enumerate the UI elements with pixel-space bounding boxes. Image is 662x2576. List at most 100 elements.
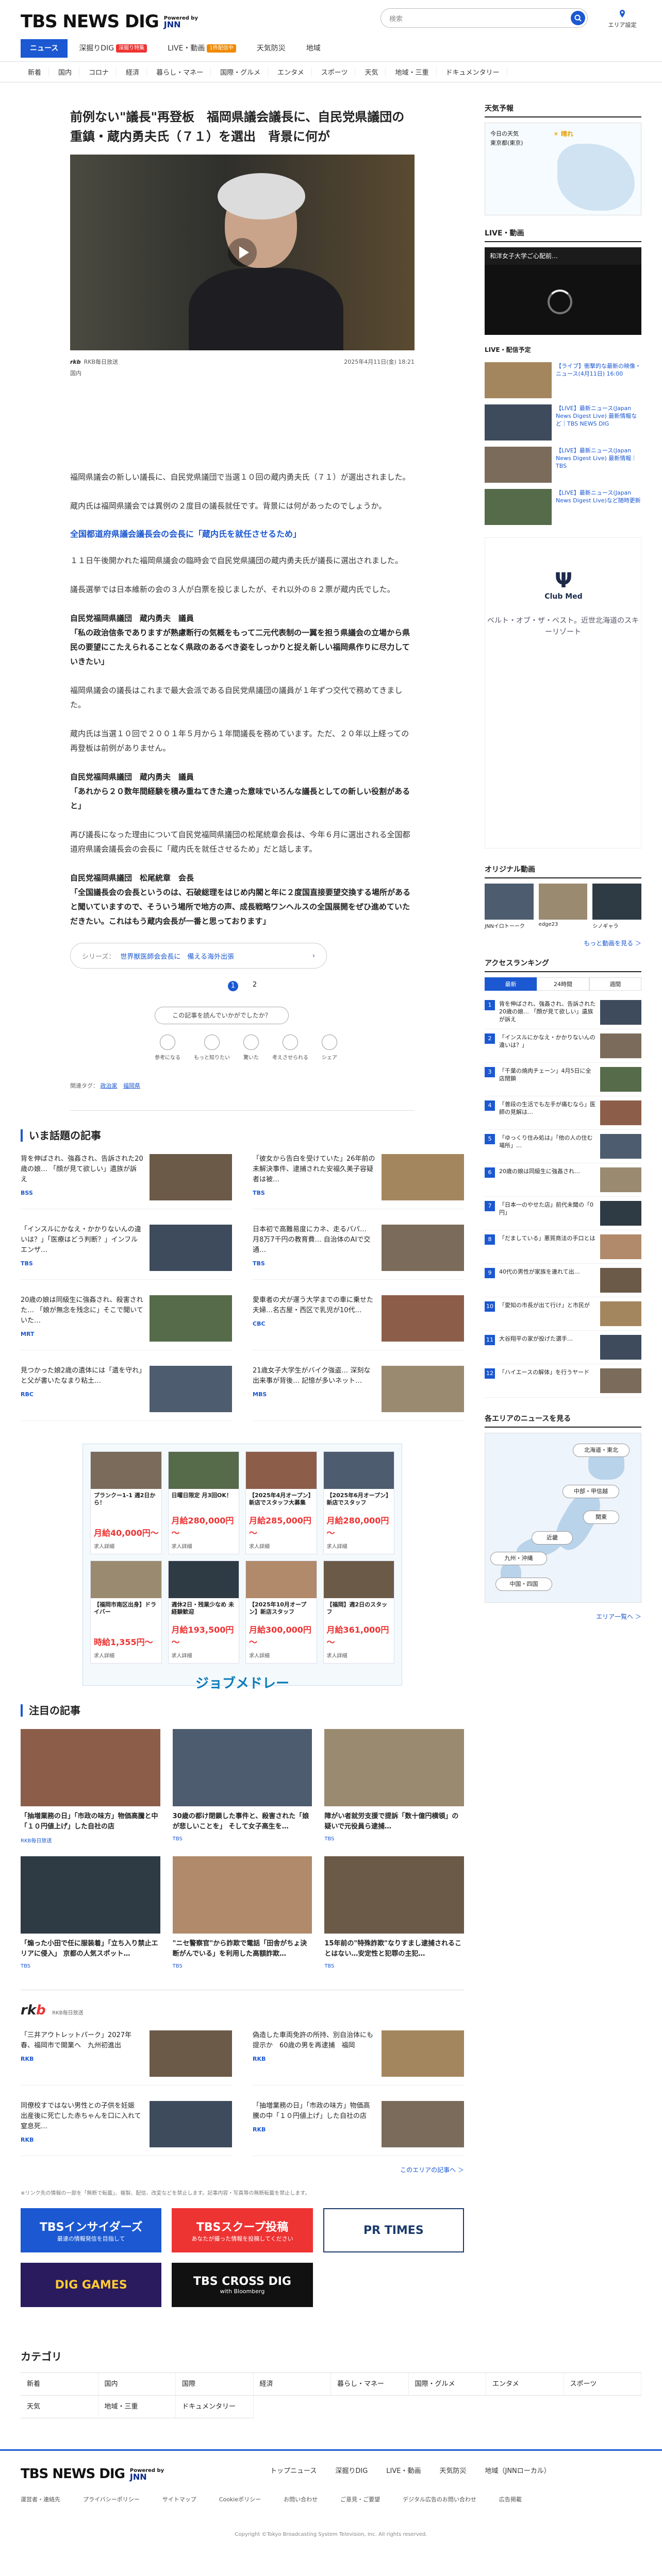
category-link[interactable]: 国際 (176, 2373, 254, 2396)
reaction-button[interactable]: シェア (322, 1035, 337, 1061)
area-setting-button[interactable]: エリア設定 (604, 9, 640, 29)
nav-item-5[interactable]: 国際・グルメ (213, 67, 269, 77)
featured-item[interactable]: 障がい者就労支援で提訴「数十億円横領」の疑いで元役員ら逮捕… TBS (324, 1729, 464, 1844)
ranking-item[interactable]: 2 「インスルにかなえ・かかりないんの違いは？」 (485, 1029, 641, 1063)
tab-0[interactable]: ニュース (21, 39, 68, 58)
footer-sublink[interactable]: お問い合わせ (284, 2495, 318, 2503)
weather-widget[interactable]: 今日の天気 東京都(東京) ☀ 晴れ (485, 123, 641, 215)
ad-cell[interactable]: 【福岡市南区出身】ドライバー 時給1,355円～ 求人詳細 (90, 1561, 162, 1664)
article-category[interactable]: 国内 (70, 369, 415, 377)
ranking-item[interactable]: 7 「日本一のやせた店」前代未聞の「0円」 (485, 1197, 641, 1230)
footer-logo[interactable]: TBS NEWS DIG Powered by JNN (21, 2466, 164, 2482)
banner-4[interactable]: TBS CROSS DIG with Bloomberg (172, 2263, 313, 2307)
ad-cell[interactable]: 週休2日・残業少なめ 未経験歓迎 月給193,500円～ 求人詳細 (168, 1561, 239, 1664)
category-link[interactable]: 天気 (21, 2396, 98, 2418)
list-item[interactable]: 見つかった娘2歳の遺体には「遺を守れ」と父が書いたなまり粘土… RBC (21, 1366, 232, 1421)
schedule-item[interactable]: 【LIVE】最新ニュース(Japan News Digest Live) 最新情… (485, 447, 641, 483)
list-item[interactable]: 愛車者の犬が運う大学までの車に乗せた夫婦…名古屋・西区で乳児が10代… CBC (253, 1295, 464, 1350)
ranking-item[interactable]: 8 「だましている」悪質商法の手口とは (485, 1230, 641, 1264)
reaction-button[interactable]: 考えさせられる (272, 1035, 308, 1061)
nav-item-7[interactable]: スポーツ (314, 67, 356, 77)
ranking-item[interactable]: 4 「普段の生活でも左手が痛むなら」医師の見解は… (485, 1096, 641, 1130)
list-item[interactable]: 21歳女子大学生がバイク強盗… 深刻な出来事が背後… 記憶が多いネット… MBS (253, 1366, 464, 1421)
footer-sublink[interactable]: ご意見・ご要望 (340, 2495, 380, 2503)
area-pill[interactable]: 関東 (583, 1511, 619, 1524)
category-link[interactable]: ドキュメンタリー (176, 2396, 254, 2418)
tab-3[interactable]: 天気防災 (247, 39, 295, 58)
category-link[interactable]: 経済 (253, 2373, 331, 2396)
series-link[interactable]: シリーズ： 世界獣医師会会長に 備える海外出張 › (70, 943, 327, 969)
rank-tab-0[interactable]: 最新 (485, 977, 537, 991)
original-video[interactable]: JNNイロトーーク (485, 884, 534, 929)
ranking-item[interactable]: 6 20歳の娘は同級生に強姦され… (485, 1163, 641, 1197)
footer-sublink[interactable]: プライバシーポリシー (83, 2495, 140, 2503)
ranking-item[interactable]: 9 40代の男性が家族を連れて出… (485, 1264, 641, 1297)
category-link[interactable]: スポーツ (564, 2373, 641, 2396)
ad-cell[interactable]: 【2025年6月オープン】新店でスタッフ 月給280,000円～ 求人詳細 (323, 1451, 394, 1554)
nav-item-0[interactable]: 新着 (21, 67, 49, 77)
ranking-item[interactable]: 3 「千葉の焼肉チェーン」4月5日に全店閉鎖 (485, 1063, 641, 1096)
banner-3[interactable]: DIG GAMES (21, 2263, 162, 2307)
tag-link[interactable]: 政治家 (101, 1082, 118, 1089)
nav-item-4[interactable]: 暮らし・マネー (149, 67, 211, 77)
article-video[interactable] (70, 155, 415, 350)
list-item[interactable]: 同僚校すではない男性との子供を妊娠 出産後に死亡した赤ちゃんを口に入れて窒息死…… (21, 2101, 232, 2156)
footer-sublink[interactable]: 運営者・連絡先 (21, 2495, 60, 2503)
nav-item-3[interactable]: 経済 (119, 67, 147, 77)
ad-cell[interactable]: 【2025年10月オープン】新店スタッフ 月給300,000円～ 求人詳細 (245, 1561, 317, 1664)
area-pill[interactable]: 九州・沖縄 (490, 1552, 547, 1565)
nav-item-9[interactable]: 地域・三重 (388, 67, 437, 77)
schedule-item[interactable]: 【LIVE】最新ニュース(Japan News Digest Live)など随時… (485, 489, 641, 525)
orig-more-link[interactable]: もっと動画を見る ＞ (485, 939, 641, 947)
reaction-button[interactable]: 驚いた (243, 1035, 259, 1061)
footer-sublink[interactable]: Cookieポリシー (219, 2495, 261, 2503)
featured-item[interactable]: 30歳の都け閉鎖した事件と、殺害された「娘が悲しいことを」 そして女子高生を… T… (172, 1729, 312, 1844)
ad-cell[interactable]: 【福岡】週2日のスタッフ 月給361,000円～ 求人詳細 (323, 1561, 394, 1664)
tab-2[interactable]: LIVE・動画 1件配信中 (158, 39, 245, 58)
footer-link[interactable]: LIVE・動画 (386, 2465, 421, 2475)
category-link[interactable]: 地域・三重 (98, 2396, 176, 2418)
rkb-more-link[interactable]: このエリアの記事へ ＞ (21, 2165, 464, 2174)
featured-item[interactable]: "ニセ警察官"から詐欺で電話「田舎がちょ決断がんでいる」を利用した高額詐欺… TB… (172, 1856, 312, 1969)
footer-link[interactable]: トップニュース (270, 2465, 317, 2475)
play-icon[interactable] (227, 237, 258, 268)
page-1[interactable]: 1 (227, 981, 238, 991)
banner-2[interactable]: PR TIMES (323, 2208, 464, 2252)
original-video[interactable]: edge23 (538, 884, 588, 929)
reaction-button[interactable]: もっと知りたい (194, 1035, 230, 1061)
ad-cell[interactable]: 日曜日限定 月3回OK！ 月給280,000円～ 求人詳細 (168, 1451, 239, 1554)
ranking-item[interactable]: 10 「愛知の市長が出て行け」と市民が (485, 1297, 641, 1331)
reaction-button[interactable]: 参考になる (155, 1035, 180, 1061)
list-item[interactable]: 「インスルにかなえ・かかりないんの違いは？」「医療はどう判断？」インフルエンザ…… (21, 1225, 232, 1280)
site-logo[interactable]: TBS NEWS DIG Powered by JNN (21, 11, 198, 32)
ranking-item[interactable]: 1 背を伸ばされ、強姦され、告訴された20歳の娘… 「顔が見て欲しい」遺族が訴え (485, 996, 641, 1029)
nav-item-1[interactable]: 国内 (51, 67, 80, 77)
list-item[interactable]: 「彼女から告白を受けていた」26年前の未解決事件、逮捕された安福久美子容疑者は被… (253, 1154, 464, 1209)
list-item[interactable]: 「三井アウトレットパーク」2027年春、福岡市で開業へ 九州初進出 RKB (21, 2030, 232, 2086)
category-link[interactable]: エンタメ (486, 2373, 564, 2396)
nav-item-2[interactable]: コロナ (81, 67, 117, 77)
ranking-item[interactable]: 5 「ゆっくり住み処は」「他の人の住む場所」… (485, 1130, 641, 1163)
area-pill[interactable]: 中国・四国 (495, 1578, 552, 1591)
nav-item-8[interactable]: 天気 (357, 67, 386, 77)
job-ad[interactable]: プランクー1-1 週2日から！ 月給40,000円～ 求人詳細 日曜日限定 月3回OK… (82, 1444, 402, 1691)
rank-tab-2[interactable]: 週間 (589, 977, 641, 991)
ad-cell[interactable]: 【2025年4月オープン】新店でスタッフ大募集 月給285,000円～ 求人詳細 (245, 1451, 317, 1554)
featured-item[interactable]: 15年前の"特殊詐欺"なりすまし逮捕されることはない…安定性と犯罪の主犯… TB… (324, 1856, 464, 1969)
ad-cell[interactable]: プランクー1-1 週2日から！ 月給40,000円～ 求人詳細 (90, 1451, 162, 1554)
footer-sublink[interactable]: サイトマップ (162, 2495, 196, 2503)
category-link[interactable]: 新着 (21, 2373, 98, 2396)
category-link[interactable]: 暮らし・マネー (331, 2373, 409, 2396)
live-player[interactable]: 和洋女子大学ご心配前… (485, 247, 641, 335)
featured-item[interactable]: 「煽った小田で任に服装着」「立ち入り禁止エリアに侵入」 京都の人気スポット… TB… (21, 1856, 160, 1969)
page-2[interactable]: 2 (253, 981, 257, 991)
ranking-item[interactable]: 12 「ハイエースの解体」を行うヤード (485, 1364, 641, 1398)
original-video[interactable]: シノギャラ (592, 884, 642, 929)
footer-sublink[interactable]: デジタル広告のお問い合わせ (403, 2495, 476, 2503)
list-item[interactable]: 日本初で高難易度にカネ、走るパパ… 月8万7千円の教育費… 自治体のAIで交通…… (253, 1225, 464, 1280)
area-pill[interactable]: 北海道・東北 (573, 1444, 630, 1457)
area-pill[interactable]: 近畿 (532, 1531, 573, 1545)
schedule-item[interactable]: 【ライブ】衝撃的な最新の映像・ニュース(4月11日) 16:00 (485, 362, 641, 398)
list-item[interactable]: 「抽増業務の日」「市政の味方」物価高騰の中「１０円値上げ」した自社の店 RKB (253, 2101, 464, 2156)
footer-sublink[interactable]: 広告掲載 (499, 2495, 522, 2503)
